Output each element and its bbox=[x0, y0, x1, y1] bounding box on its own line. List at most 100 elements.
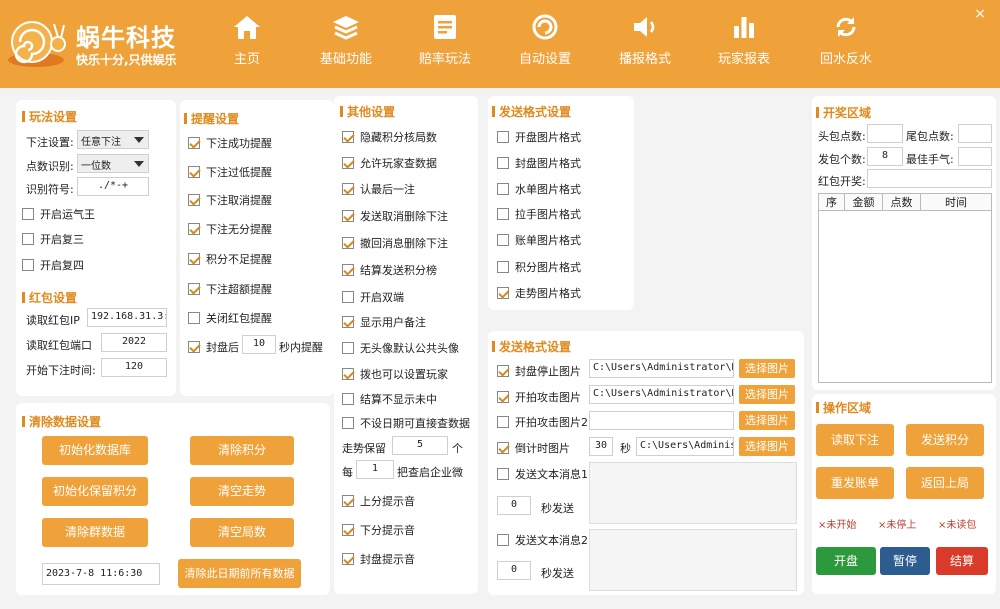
checkbox[interactable] bbox=[497, 208, 509, 220]
lucky-king-check[interactable]: 开启运气王 bbox=[22, 206, 95, 222]
message2-delay-input[interactable]: 0 bbox=[497, 561, 531, 580]
repeat-four-check[interactable]: 开启复四 bbox=[22, 257, 84, 273]
checkbox[interactable] bbox=[188, 223, 200, 235]
seal-seconds-input[interactable]: 10 bbox=[242, 335, 276, 354]
choose-image-button[interactable]: 选择图片 bbox=[739, 411, 795, 430]
checkbox[interactable] bbox=[188, 253, 200, 265]
checkbox[interactable] bbox=[342, 393, 354, 405]
best-luck-input[interactable] bbox=[958, 147, 992, 166]
other-check-8[interactable]: 无头像默认公共头像 bbox=[342, 340, 459, 356]
repeat-three-check[interactable]: 开启复三 bbox=[22, 231, 84, 247]
seal-stop-path-input[interactable]: C:\Users\Administrator\De: bbox=[589, 359, 734, 378]
tail-points-input[interactable] bbox=[958, 124, 992, 143]
checkbox[interactable] bbox=[342, 131, 354, 143]
checkbox[interactable] bbox=[342, 316, 354, 328]
text-message1-check[interactable]: 发送文本消息1 bbox=[497, 466, 588, 482]
other-check-2[interactable]: 认最后一注 bbox=[342, 181, 415, 197]
checkbox[interactable] bbox=[497, 287, 509, 299]
read-bets-button[interactable]: 读取下注 bbox=[816, 424, 894, 456]
sound-check-0[interactable]: 上分提示音 bbox=[342, 493, 415, 509]
remind-check-1[interactable]: 下注过低提醒 bbox=[188, 164, 272, 180]
checkbox[interactable] bbox=[342, 524, 354, 536]
fmt-check-4[interactable]: 账单图片格式 bbox=[497, 232, 581, 248]
other-check-9[interactable]: 拨也可以设置玩家 bbox=[342, 366, 448, 382]
checkbox[interactable] bbox=[342, 237, 354, 249]
other-check-0[interactable]: 隐藏积分核局数 bbox=[342, 129, 437, 145]
start-time-input[interactable]: 120 bbox=[101, 358, 167, 377]
choose-image-button[interactable]: 选择图片 bbox=[739, 385, 795, 404]
other-check-5[interactable]: 结算发送积分榜 bbox=[342, 262, 437, 278]
seal-remind-check[interactable]: 封盘后 bbox=[188, 339, 239, 355]
checkbox[interactable] bbox=[497, 234, 509, 246]
countdown-seconds-input[interactable]: 30 bbox=[589, 437, 613, 456]
nav-report[interactable]: 玩家报表 bbox=[699, 14, 789, 67]
symbol-input[interactable]: ./*-+ bbox=[77, 177, 149, 196]
checkbox[interactable] bbox=[22, 208, 34, 220]
clear-rounds-button[interactable]: 清空局数 bbox=[190, 518, 294, 547]
other-check-10[interactable]: 结算不显示未中 bbox=[342, 391, 437, 407]
ip-input[interactable]: 192.168.31.3: bbox=[87, 308, 167, 327]
bet-select[interactable]: 任意下注 bbox=[77, 130, 149, 149]
checkbox[interactable] bbox=[342, 157, 354, 169]
result-list[interactable] bbox=[818, 193, 992, 383]
checkbox[interactable] bbox=[22, 233, 34, 245]
checkbox[interactable] bbox=[22, 259, 34, 271]
nav-home[interactable]: 主页 bbox=[202, 14, 292, 67]
open-button[interactable]: 开盘 bbox=[816, 547, 876, 575]
clear-before-date-button[interactable]: 清除此日期前所有数据 bbox=[178, 559, 301, 588]
checkbox[interactable] bbox=[188, 137, 200, 149]
checkbox[interactable] bbox=[497, 416, 509, 428]
attack2-path-input[interactable] bbox=[589, 411, 734, 430]
seal-stop-image-check[interactable]: 封盘停止图片 bbox=[497, 363, 581, 379]
clear-date-input[interactable]: 2023-7-8 11:6:30 bbox=[42, 563, 160, 585]
checkbox[interactable] bbox=[497, 131, 509, 143]
fmt-check-0[interactable]: 开盘图片格式 bbox=[497, 129, 581, 145]
port-input[interactable]: 2022 bbox=[101, 333, 167, 352]
remind-check-3[interactable]: 下注无分提醒 bbox=[188, 221, 272, 237]
nav-rebate[interactable]: 回水反水 bbox=[801, 14, 891, 67]
fmt-check-2[interactable]: 水单图片格式 bbox=[497, 181, 581, 197]
other-check-6[interactable]: 开启双端 bbox=[342, 289, 404, 305]
checkbox[interactable] bbox=[342, 264, 354, 276]
checkbox[interactable] bbox=[342, 210, 354, 222]
remind-check-2[interactable]: 下注取消提醒 bbox=[188, 192, 272, 208]
text-message2-check[interactable]: 发送文本消息2 bbox=[497, 532, 588, 548]
clear-points-button[interactable]: 清除积分 bbox=[190, 436, 294, 465]
other-check-11[interactable]: 不设日期可直接查数据 bbox=[342, 415, 470, 431]
checkbox[interactable] bbox=[342, 291, 354, 303]
attack-image2-check[interactable]: 开拍攻击图片2 bbox=[497, 414, 588, 430]
checkbox[interactable] bbox=[497, 391, 509, 403]
checkbox[interactable] bbox=[188, 166, 200, 178]
clear-trend-button[interactable]: 清空走势 bbox=[190, 477, 294, 506]
nav-auto[interactable]: 自动设置 bbox=[500, 14, 590, 67]
fmt-check-3[interactable]: 拉手图片格式 bbox=[497, 206, 581, 222]
sound-check-1[interactable]: 下分提示音 bbox=[342, 522, 415, 538]
checkbox[interactable] bbox=[497, 534, 509, 546]
close-icon[interactable]: × bbox=[974, 6, 986, 22]
checkbox[interactable] bbox=[188, 194, 200, 206]
checkbox[interactable] bbox=[497, 183, 509, 195]
checkbox[interactable] bbox=[188, 283, 200, 295]
choose-image-button[interactable]: 选择图片 bbox=[739, 437, 795, 456]
checkbox[interactable] bbox=[497, 468, 509, 480]
fmt-check-1[interactable]: 封盘图片格式 bbox=[497, 155, 581, 171]
checkbox[interactable] bbox=[188, 341, 200, 353]
checkbox[interactable] bbox=[497, 261, 509, 273]
countdown-path-input[interactable]: C:\Users\Administ bbox=[636, 437, 734, 456]
attack-path-input[interactable]: C:\Users\Administrator\De: bbox=[589, 385, 734, 404]
fmt-check-6[interactable]: 走势图片格式 bbox=[497, 285, 581, 301]
nav-odds[interactable]: 赔率玩法 bbox=[400, 14, 490, 67]
trend-input[interactable]: 5 bbox=[392, 436, 448, 455]
digit-select[interactable]: 一位数 bbox=[77, 154, 149, 173]
checkbox[interactable] bbox=[342, 368, 354, 380]
text-message2-area[interactable] bbox=[589, 529, 797, 591]
packet-count-input[interactable]: 8 bbox=[867, 147, 903, 166]
checkbox[interactable] bbox=[188, 312, 200, 324]
remind-check-6[interactable]: 关闭红包提醒 bbox=[188, 310, 272, 326]
head-points-input[interactable] bbox=[867, 124, 903, 143]
other-check-7[interactable]: 显示用户备注 bbox=[342, 314, 426, 330]
each-input[interactable]: 1 bbox=[356, 460, 394, 479]
message1-delay-input[interactable]: 0 bbox=[497, 496, 531, 515]
checkbox[interactable] bbox=[497, 442, 509, 454]
checkbox[interactable] bbox=[342, 342, 354, 354]
